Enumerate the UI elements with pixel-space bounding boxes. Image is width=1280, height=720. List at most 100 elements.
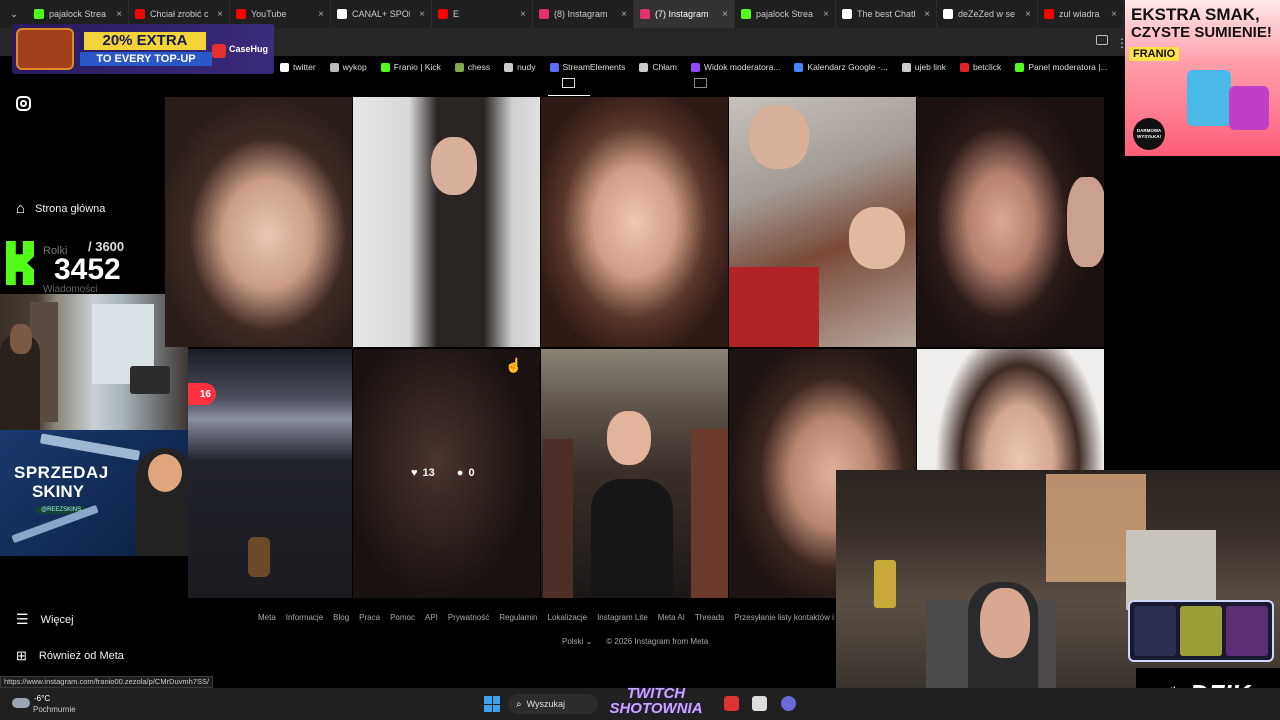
bookmark-item[interactable]: Chłam <box>639 62 677 72</box>
post-thumbnail[interactable] <box>541 349 728 598</box>
browser-tab[interactable]: zul wiadra - Yo × <box>1038 0 1124 28</box>
browser-tab[interactable]: E × <box>432 0 533 28</box>
post-thumbnail[interactable] <box>353 97 540 347</box>
footer-link[interactable]: Lokalizacje <box>548 613 588 627</box>
bookmark-favicon-icon <box>794 62 804 72</box>
ad-headline-1: SPRZEDAJ <box>14 463 109 482</box>
close-tab-icon[interactable]: × <box>722 9 728 20</box>
sidebar-item-more[interactable]: ☰ Więcej <box>16 611 74 628</box>
post-thumbnail[interactable] <box>729 97 916 347</box>
bookmark-item[interactable]: wykop <box>329 62 367 72</box>
close-tab-icon[interactable]: × <box>621 9 627 20</box>
footer-link[interactable]: Informacje <box>286 613 323 627</box>
tab-favicon-icon <box>943 9 953 19</box>
close-tab-icon[interactable]: × <box>1111 9 1117 20</box>
close-tab-icon[interactable]: × <box>217 9 223 20</box>
tab-list-dropdown-icon[interactable]: ⌄ <box>0 9 28 20</box>
sidebar-item-home[interactable]: ⌂ Strona główna <box>16 200 105 217</box>
bookmark-item[interactable]: Widok moderatora... <box>690 62 780 72</box>
windows-taskbar: -6°C Pochmurnie ⌕ Wyszukaj TWITCH SHOTOW… <box>0 686 1280 720</box>
taskbar-app-icon[interactable] <box>724 696 739 711</box>
bookmark-favicon-icon <box>504 62 514 72</box>
sidebar-item-also-meta[interactable]: ⊞ Również od Meta <box>16 648 124 664</box>
bookmark-label: Franio | Kick <box>393 62 441 72</box>
pinned-count: 16 <box>199 388 211 400</box>
tagged-tab-icon[interactable] <box>694 78 707 88</box>
browser-tab[interactable]: pajalock Strea × <box>735 0 836 28</box>
streamer-webcam-left <box>0 294 188 430</box>
bookmark-favicon-icon <box>901 62 911 72</box>
bookmark-favicon-icon <box>454 62 464 72</box>
taskbar-search[interactable]: ⌕ Wyszukaj <box>508 694 598 714</box>
post-thumbnail[interactable] <box>541 97 728 347</box>
browser-tab[interactable]: (8) Instagram × <box>533 0 634 28</box>
taskbar-app-icon[interactable] <box>752 696 767 711</box>
windows-start-icon[interactable] <box>484 696 500 712</box>
footer-link[interactable]: Regulamin <box>499 613 537 627</box>
footer-link[interactable]: Meta AI <box>658 613 685 627</box>
bookmark-item[interactable]: chess <box>454 62 491 72</box>
footer-link[interactable]: Blog <box>333 613 349 627</box>
close-tab-icon[interactable]: × <box>520 9 526 20</box>
search-label: Wyszukaj <box>526 699 566 709</box>
close-tab-icon[interactable]: × <box>823 9 829 20</box>
bookmark-item[interactable]: nudy <box>504 62 536 72</box>
rifle-icon <box>39 433 141 461</box>
bookmark-item[interactable]: betclick <box>959 62 1001 72</box>
footer-link[interactable]: Meta <box>258 613 276 627</box>
taskbar-app-icon[interactable] <box>781 696 796 711</box>
close-tab-icon[interactable]: × <box>419 9 425 20</box>
cast-icon[interactable] <box>1096 35 1108 45</box>
browser-tab[interactable]: CANAL+ SPOR × <box>331 0 432 28</box>
post-thumbnail[interactable] <box>917 97 1104 347</box>
casehug-logo-icon <box>212 44 226 58</box>
instagram-logo-icon[interactable] <box>16 96 31 111</box>
browser-tab[interactable]: The best Chatb × <box>836 0 937 28</box>
language-selector[interactable]: Polski ⌄ <box>562 637 592 646</box>
post-thumbnail[interactable]: 16 <box>188 349 352 598</box>
footer-link[interactable]: API <box>425 613 438 627</box>
footer-link[interactable]: Prywatność <box>448 613 489 627</box>
bookmark-item[interactable]: Kalendarz Google -... <box>794 62 888 72</box>
browser-tab[interactable]: deZeZed w se × <box>937 0 1038 28</box>
tab-title: (7) Instagram <box>655 9 709 19</box>
tab-favicon-icon <box>337 9 347 19</box>
tab-title: (8) Instagram <box>554 9 608 19</box>
bookmark-label: chess <box>467 62 491 72</box>
tab-title: deZeZed w se <box>958 9 1016 19</box>
close-tab-icon[interactable]: × <box>318 9 324 20</box>
ad-headline-1: EKSTRA SMAK, <box>1131 5 1260 24</box>
post-thumbnail[interactable] <box>165 97 352 347</box>
footer-link[interactable]: Pomoc <box>390 613 415 627</box>
bookmarks-bar: twitter wykop Franio | Kick chess nudy Stream… <box>280 57 1125 77</box>
tab-title: pajalock Strea <box>49 9 107 19</box>
tab-favicon-icon <box>34 9 44 19</box>
likes-heart-icon: ♥ <box>411 467 418 479</box>
follower-count: 3452 <box>54 253 121 286</box>
close-tab-icon[interactable]: × <box>116 9 122 20</box>
bookmark-item[interactable]: Franio | Kick <box>380 62 441 72</box>
hamburger-menu-icon: ☰ <box>16 611 29 627</box>
close-tab-icon[interactable]: × <box>1025 9 1031 20</box>
bookmark-favicon-icon <box>549 62 559 72</box>
bookmark-item[interactable]: ujeb link <box>901 62 946 72</box>
bookmark-item[interactable]: twitter <box>280 62 316 72</box>
footer-link[interactable]: Praca <box>359 613 380 627</box>
posts-grid-tab-icon[interactable] <box>562 78 575 88</box>
product-tub <box>1229 86 1269 130</box>
bookmark-label: wykop <box>342 62 367 72</box>
post-thumbnail-hovered[interactable]: ♥ 13 ● 0 ☝ <box>353 349 540 598</box>
bookmark-favicon-icon <box>280 62 289 72</box>
tab-favicon-icon <box>741 9 751 19</box>
footer-link[interactable]: Instagram Lite <box>597 613 648 627</box>
close-tab-icon[interactable]: × <box>924 9 930 20</box>
bookmark-item[interactable]: Panel moderatora |... <box>1015 62 1108 72</box>
browser-tab[interactable]: (7) Instagram × <box>634 0 735 28</box>
cloud-weather-icon <box>12 698 30 708</box>
franio-ad[interactable]: EKSTRA SMAK, CZYSTE SUMIENIE! FRANIO DAR… <box>1125 0 1280 156</box>
casehug-ad[interactable]: 20% EXTRA TO EVERY TOP-UP CaseHug <box>12 24 274 74</box>
bookmark-favicon-icon <box>1015 62 1025 72</box>
footer-link[interactable]: Przesyłanie listy kontaktów i <box>734 613 834 627</box>
footer-link[interactable]: Threads <box>695 613 724 627</box>
bookmark-item[interactable]: StreamElements <box>549 62 625 72</box>
